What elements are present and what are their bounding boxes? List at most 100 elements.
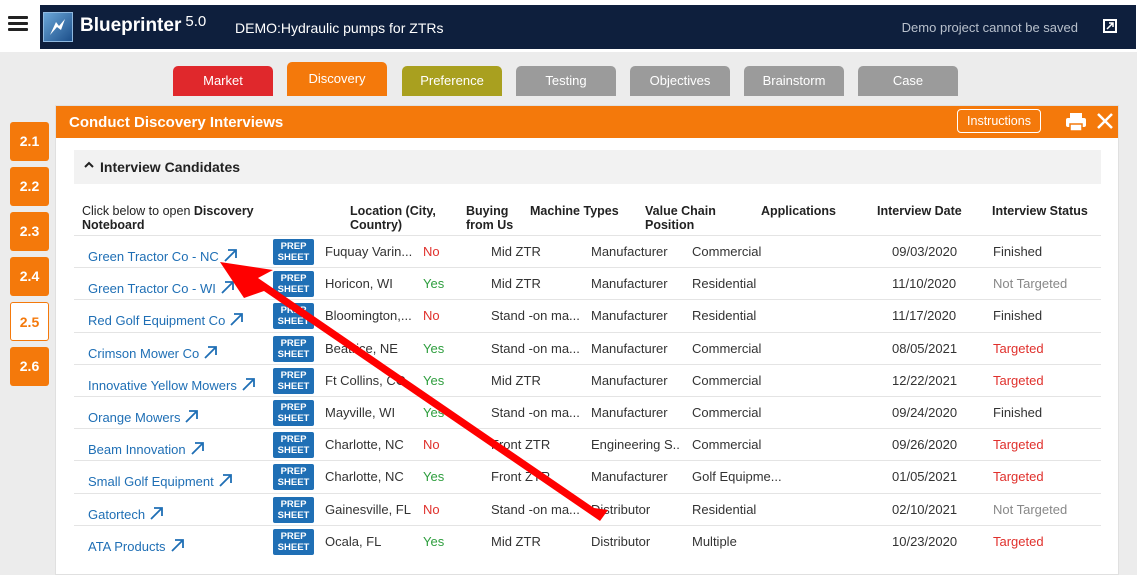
- app-version: 5.0: [185, 13, 207, 30]
- buying-cell: No: [423, 437, 440, 453]
- value-chain-cell: Manufacturer: [591, 405, 668, 420]
- col-header-buying: Buying from Us: [466, 204, 514, 232]
- machine-cell: Mid ZTR: [491, 533, 541, 549]
- value-chain-cell: Manufacturer: [591, 276, 668, 292]
- candidate-link[interactable]: Green Tractor Co - WI: [88, 280, 235, 296]
- interview-date-cell: 12/22/2021: [892, 372, 958, 388]
- table-row: Small Golf Equipment PREP SHEET Charlotte, …: [74, 460, 1101, 492]
- external-link-icon: [230, 313, 244, 327]
- candidate-link[interactable]: ATA Products: [88, 538, 185, 554]
- interview-status-cell: Targeted: [993, 340, 1044, 356]
- instructions-button[interactable]: Instructions: [957, 109, 1041, 133]
- interview-status-cell: Finished: [993, 308, 1043, 324]
- table-row: Green Tractor Co - NC PREP SHEET Fuquay Var…: [74, 235, 1101, 267]
- stage-tabs: Market Discovery Preference Testing Objectiv…: [0, 62, 1137, 96]
- external-link-icon: [204, 345, 218, 359]
- expand-icon[interactable]: [1103, 19, 1117, 33]
- candidate-link[interactable]: Crimson Mower Co: [88, 345, 218, 361]
- project-title: DEMO:Hydraulic pumps for ZTRs: [235, 20, 444, 36]
- buying-cell: No: [423, 244, 440, 259]
- tab-discovery[interactable]: Discovery: [287, 62, 387, 96]
- interview-date-cell: 02/10/2021: [892, 501, 958, 517]
- prep-sheet-button[interactable]: PREP SHEET: [273, 400, 314, 426]
- external-link-icon: [242, 377, 255, 391]
- prep-sheet-button[interactable]: PREP SHEET: [273, 303, 314, 330]
- buying-cell: Yes: [423, 533, 445, 549]
- step-2-6[interactable]: 2.6: [10, 347, 49, 386]
- app-name: Blueprinter 5.0: [80, 13, 207, 36]
- tab-testing[interactable]: Testing: [516, 66, 616, 96]
- close-icon[interactable]: [1096, 112, 1114, 130]
- discovery-panel: Conduct Discovery Interviews Instruction…: [55, 105, 1119, 575]
- step-2-5[interactable]: 2.5: [10, 302, 49, 341]
- step-2-2[interactable]: 2.2: [10, 167, 49, 206]
- prep-sheet-button[interactable]: PREP SHEET: [273, 335, 314, 362]
- prep-sheet-button[interactable]: PREP SHEET: [273, 528, 314, 555]
- machine-cell: Stand -on ma...: [491, 308, 580, 324]
- buying-cell: Yes: [423, 340, 445, 356]
- candidate-link[interactable]: Red Golf Equipment Co: [88, 312, 244, 328]
- tab-preference[interactable]: Preference: [402, 66, 502, 96]
- candidate-link[interactable]: Innovative Yellow Mowers: [88, 377, 256, 393]
- tab-objectives[interactable]: Objectives: [630, 66, 730, 96]
- tab-brainstorm[interactable]: Brainstorm: [744, 66, 844, 96]
- machine-cell: Stand -on ma...: [491, 340, 580, 356]
- col-header-location: Location (City, Country): [350, 204, 436, 232]
- candidate-link[interactable]: Orange Mowers: [88, 409, 199, 425]
- interview-date-cell: 01/05/2021: [892, 469, 958, 485]
- prep-sheet-button[interactable]: PREP SHEET: [273, 496, 314, 523]
- section-header[interactable]: Interview Candidates: [74, 150, 1101, 184]
- table-row: Beam Innovation PREP SHEET Charlotte, NC No F…: [74, 428, 1101, 460]
- top-bar: Blueprinter 5.0 DEMO:Hydraulic pumps for …: [0, 0, 1137, 52]
- buying-cell: Yes: [423, 276, 445, 292]
- prep-sheet-button[interactable]: PREP SHEET: [273, 432, 314, 459]
- col-header-name: Click below to open Discovery Noteboard: [82, 204, 254, 232]
- candidate-link[interactable]: Gatortech: [88, 506, 164, 522]
- location-cell: Ocala, FL: [325, 533, 382, 549]
- tab-market[interactable]: Market: [173, 66, 273, 96]
- applications-cell: Multiple: [692, 533, 737, 549]
- applications-cell: Residential: [692, 308, 757, 324]
- value-chain-cell: Manufacturer: [591, 340, 668, 356]
- location-cell: Fuquay Varin...: [325, 244, 413, 259]
- value-chain-cell: Manufacturer: [591, 372, 668, 388]
- prep-sheet-button[interactable]: PREP SHEET: [273, 271, 314, 298]
- location-cell: Charlotte, NC: [325, 469, 404, 485]
- machine-cell: Mid ZTR: [491, 372, 541, 388]
- value-chain-cell: Manufacturer: [591, 244, 668, 259]
- buying-cell: No: [423, 501, 440, 517]
- chevron-up-icon[interactable]: [84, 161, 94, 169]
- interview-date-cell: 11/10/2020: [892, 276, 957, 292]
- location-cell: Bloomington,...: [325, 308, 412, 324]
- step-2-1[interactable]: 2.1: [10, 122, 49, 161]
- table-row: Green Tractor Co - WI PREP SHEET Horicon, W…: [74, 267, 1101, 299]
- interview-status-cell: Targeted: [993, 437, 1044, 453]
- machine-cell: Stand -on ma...: [491, 501, 580, 517]
- prep-sheet-button[interactable]: PREP SHEET: [273, 239, 314, 265]
- table-row: Gatortech PREP SHEET Gainesville, FL No Stand…: [74, 492, 1101, 525]
- value-chain-cell: Manufacturer: [591, 308, 668, 324]
- location-cell: Ft Collins, CO: [325, 372, 406, 388]
- prep-sheet-button[interactable]: PREP SHEET: [273, 464, 314, 491]
- step-2-4[interactable]: 2.4: [10, 257, 49, 296]
- prep-sheet-button[interactable]: PREP SHEET: [273, 367, 314, 394]
- tab-case[interactable]: Case: [858, 66, 958, 96]
- candidate-link[interactable]: Small Golf Equipment: [88, 473, 233, 489]
- candidate-link[interactable]: Green Tractor Co - NC: [88, 248, 238, 264]
- buying-cell: Yes: [423, 372, 445, 388]
- location-cell: Gainesville, FL: [325, 501, 411, 517]
- table-row: ATA Products PREP SHEET Ocala, FL Yes Mid ZTR…: [74, 524, 1101, 557]
- table-row: Orange Mowers PREP SHEET Mayville, WI Yes Sta…: [74, 396, 1101, 428]
- menu-icon[interactable]: [8, 16, 28, 32]
- buying-cell: No: [423, 308, 440, 324]
- buying-cell: Yes: [423, 469, 445, 485]
- step-2-3[interactable]: 2.3: [10, 212, 49, 251]
- applications-cell: Commercial: [692, 340, 762, 356]
- interview-date-cell: 09/03/2020: [892, 244, 958, 259]
- external-link-icon: [224, 249, 237, 262]
- external-link-icon: [170, 538, 184, 552]
- external-link-icon: [219, 474, 232, 488]
- candidate-link[interactable]: Beam Innovation: [88, 441, 205, 457]
- print-icon[interactable]: [1065, 112, 1087, 132]
- table-row: Innovative Yellow Mowers PREP SHEET Ft Coll…: [74, 363, 1101, 396]
